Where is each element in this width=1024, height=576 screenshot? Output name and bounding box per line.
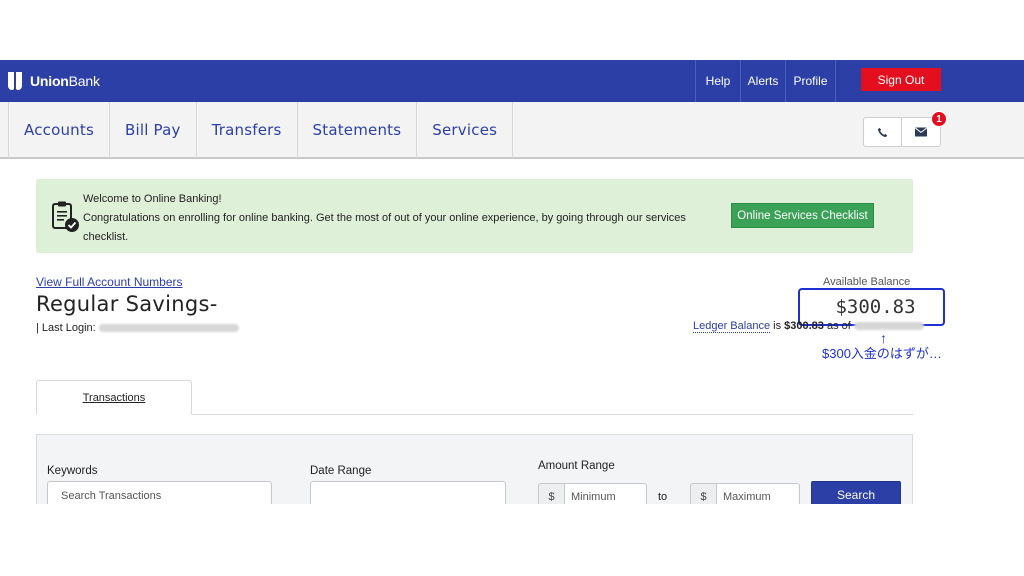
redacted-last-login (98, 324, 239, 333)
min-currency-addon: $ (538, 483, 564, 504)
top-bar: UnionBank Help Alerts Profile Sign Out (0, 60, 1024, 102)
banner-text: Welcome to Online Banking! Congratulatio… (83, 190, 723, 247)
ledger-is-text: is (773, 320, 782, 332)
banner-message: Congratulations on enrolling for online … (83, 212, 686, 243)
nav-item-transfers[interactable]: Transfers (195, 102, 297, 158)
minimum-amount-input[interactable]: Minimum (564, 483, 647, 504)
banner-title: Welcome to Online Banking! (83, 193, 222, 205)
ledger-as-of-text: as of (826, 320, 851, 332)
transaction-search-panel: Keywords Search Transactions Date Range … (36, 434, 913, 504)
last-login: | Last Login: (36, 322, 239, 334)
nav-item-accounts[interactable]: Accounts (8, 102, 109, 158)
keywords-label: Keywords (47, 465, 98, 477)
mail-icon (915, 127, 927, 137)
notification-badge: 1 (931, 111, 947, 127)
last-login-label: | Last Login: (36, 322, 96, 334)
nav-item-services[interactable]: Services (416, 102, 514, 158)
amount-range-label: Amount Range (538, 460, 615, 472)
available-balance-label: Available Balance (823, 276, 911, 288)
redacted-ledger-date (853, 322, 924, 331)
top-links: Help Alerts Profile (695, 60, 836, 102)
ledger-balance-link[interactable]: Ledger Balance (693, 320, 771, 333)
max-currency-addon: $ (690, 483, 716, 504)
main-nav: Accounts Bill Pay Transfers Statements S… (0, 102, 1024, 159)
unionbank-logo[interactable]: UnionBank (8, 71, 100, 91)
nav-item-bill-pay[interactable]: Bill Pay (108, 102, 196, 158)
alerts-link[interactable]: Alerts (740, 60, 785, 102)
ledger-balance-value: $300.83 (784, 320, 824, 332)
sign-out-button[interactable]: Sign Out (861, 68, 941, 91)
welcome-banner: Welcome to Online Banking! Congratulatio… (36, 179, 913, 253)
ledger-balance: Ledger Balance is $300.83 as of (693, 320, 924, 333)
online-services-checklist-button[interactable]: Online Services Checklist (731, 203, 874, 228)
annotation-text: $300入金のはずが… (822, 346, 942, 361)
profile-link[interactable]: Profile (785, 60, 836, 102)
tab-transactions[interactable]: Transactions (36, 380, 192, 415)
logo-text-light: Bank (68, 73, 100, 89)
maximum-amount-input[interactable]: Maximum (716, 483, 800, 504)
keywords-input[interactable]: Search Transactions (47, 481, 272, 504)
phone-icon (877, 127, 888, 137)
search-button[interactable]: Search (811, 481, 901, 504)
help-link[interactable]: Help (695, 60, 740, 102)
date-range-label: Date Range (310, 465, 372, 477)
view-full-account-numbers-link[interactable]: View Full Account Numbers (36, 275, 183, 289)
date-range-input[interactable] (310, 481, 506, 504)
app-screenshot: UnionBank Help Alerts Profile Sign Out A… (0, 60, 1024, 504)
to-label: to (658, 491, 668, 503)
logo-text: UnionBank (30, 73, 100, 89)
nav-item-statements[interactable]: Statements (296, 102, 417, 158)
clipboard-check-icon (51, 201, 81, 233)
contact-icon-group (863, 117, 941, 147)
nav-items: Accounts Bill Pay Transfers Statements S… (8, 102, 514, 158)
account-title: Regular Savings- (36, 292, 218, 316)
logo-text-bold: Union (30, 73, 69, 89)
unionbank-logo-icon (8, 72, 24, 90)
phone-button[interactable] (864, 118, 903, 146)
